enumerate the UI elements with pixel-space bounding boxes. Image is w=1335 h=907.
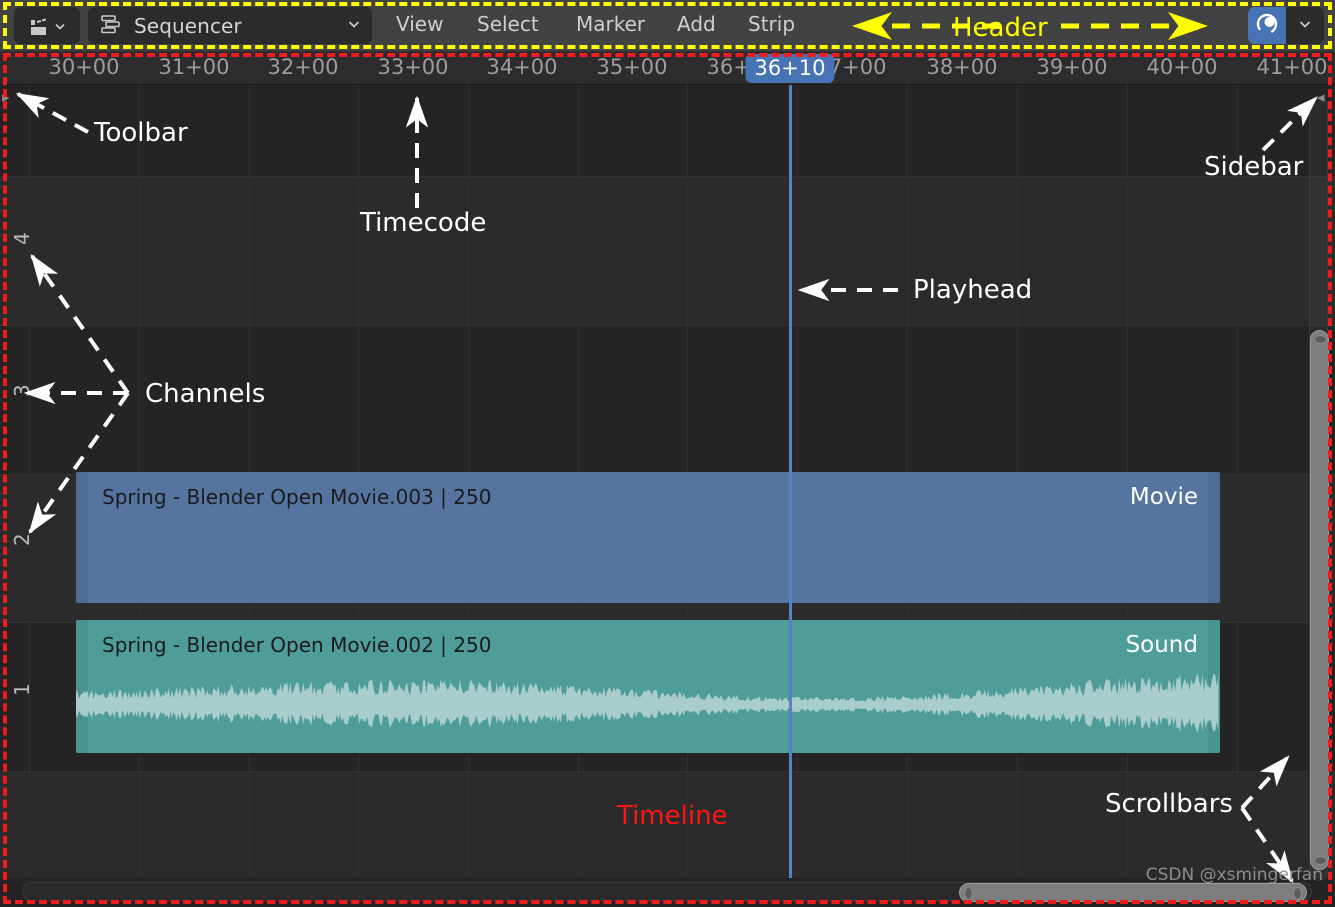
channel-band-5: [0, 177, 1335, 326]
timeline-canvas[interactable]: 4 3 2 1 Spring - Blender Open Movie.003 …: [0, 85, 1335, 878]
ruler-tick: 34+00: [486, 55, 557, 79]
strip-title: Spring - Blender Open Movie.003 | 250: [102, 485, 491, 509]
menu-strip[interactable]: Strip: [742, 10, 801, 38]
ruler-tick: 38+00: [926, 55, 997, 79]
ruler-tick: 33+00: [377, 55, 448, 79]
annotation-label-sidebar: Sidebar: [1204, 152, 1303, 182]
strip-right-handle[interactable]: [1208, 472, 1220, 603]
annotation-label-scrollbars: Scrollbars: [1105, 789, 1233, 819]
chevron-down-icon: [53, 19, 67, 33]
menu-marker[interactable]: Marker: [570, 10, 651, 38]
ruler-tick: 30+00: [48, 55, 119, 79]
menu-add[interactable]: Add: [671, 10, 722, 38]
channel-number-2: 2: [10, 533, 34, 546]
timecode-ruler[interactable]: 30+00 31+00 32+00 33+00 34+00 35+00 36+0…: [0, 51, 1335, 85]
ruler-tick: 41+00: [1256, 55, 1327, 79]
editor-type-button[interactable]: [14, 7, 80, 44]
menu-view[interactable]: View: [390, 10, 449, 38]
ruler-tick: 40+00: [1146, 55, 1217, 79]
horizontal-scrollbar[interactable]: [22, 882, 1312, 901]
editor-mode-value: Sequencer: [134, 14, 346, 38]
strip-movie[interactable]: Spring - Blender Open Movie.003 | 250 Mo…: [76, 472, 1220, 603]
scrollbar-grip-icon[interactable]: [1314, 856, 1327, 865]
scrollbar-grip-icon[interactable]: [964, 887, 973, 900]
ruler-tick: 35+00: [596, 55, 667, 79]
overlays-dropdown-button[interactable]: [1286, 7, 1324, 44]
strip-left-handle[interactable]: [76, 472, 88, 603]
channel-band: [0, 85, 1335, 177]
annotation-label-playhead: Playhead: [913, 275, 1032, 305]
overlays-toggle-button[interactable]: [1248, 7, 1286, 44]
annotation-label-timecode: Timecode: [360, 208, 486, 238]
scrollbar-grip-icon[interactable]: [1293, 887, 1302, 900]
sidebar-expand-arrow-icon[interactable]: ◂: [1317, 88, 1325, 106]
watermark: CSDN @xsmingerfan: [1146, 865, 1323, 885]
channel-number-3: 3: [10, 384, 34, 397]
chevron-down-icon: [346, 16, 362, 36]
playhead[interactable]: [789, 85, 792, 878]
scrollbar-grip-icon[interactable]: [1314, 335, 1327, 344]
channel-number-1: 1: [10, 683, 34, 696]
overlays-icon: [1254, 11, 1280, 41]
strip-type-label: Movie: [1130, 484, 1198, 510]
channel-number-4: 4: [10, 232, 34, 245]
menu-select[interactable]: Select: [471, 10, 545, 38]
annotation-label-timeline: Timeline: [617, 801, 728, 831]
blender-sequencer-window: Sequencer View Select Marker Add Strip: [0, 0, 1335, 907]
chevron-down-icon: [1297, 16, 1313, 36]
header-bar: Sequencer View Select Marker Add Strip: [0, 0, 1335, 51]
editor-mode-dropdown[interactable]: Sequencer: [88, 7, 372, 44]
ruler-tick: 39+00: [1036, 55, 1107, 79]
vertical-scrollbar[interactable]: [1309, 96, 1328, 881]
ruler-tick: 31+00: [158, 55, 229, 79]
sequencer-icon: [98, 12, 122, 40]
horizontal-scrollbar-thumb[interactable]: [959, 883, 1307, 902]
ruler-tick: 32+00: [267, 55, 338, 79]
sequencer-editor-icon: [28, 15, 50, 37]
vertical-scrollbar-thumb[interactable]: [1310, 330, 1329, 870]
annotation-label-header: Header: [953, 13, 1048, 43]
annotation-label-channels: Channels: [145, 379, 265, 409]
annotation-label-toolbar: Toolbar: [94, 118, 188, 148]
strip-type-label: Sound: [1126, 632, 1198, 658]
strip-sound[interactable]: Spring - Blender Open Movie.002 | 250 So…: [76, 620, 1220, 753]
current-frame-badge[interactable]: 36+10: [745, 54, 834, 83]
toolbar-expand-arrow-icon[interactable]: ▸: [2, 88, 10, 106]
strip-title: Spring - Blender Open Movie.002 | 250: [102, 633, 491, 657]
